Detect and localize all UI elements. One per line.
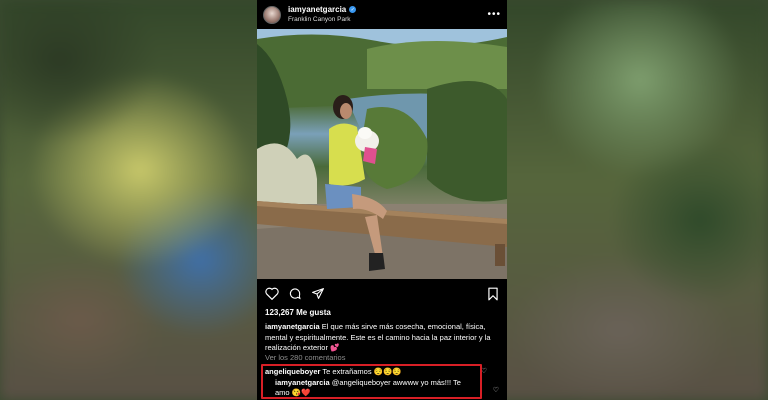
username[interactable]: iamyanetgarcia: [288, 5, 346, 15]
location[interactable]: Franklin Canyon Park: [288, 15, 356, 25]
likes-count[interactable]: 123,267 Me gusta: [265, 308, 331, 317]
comment-icon[interactable]: [288, 287, 302, 300]
reply-like-heart-icon[interactable]: ♡: [493, 386, 499, 394]
header-text: iamyanetgarcia ✓ Franklin Canyon Park: [288, 5, 357, 25]
username-row: iamyanetgarcia ✓: [288, 5, 357, 15]
view-comments-link[interactable]: Ver los 280 comentarios: [265, 353, 345, 362]
caption-username[interactable]: iamyanetgarcia: [265, 322, 320, 331]
bookmark-icon[interactable]: [487, 287, 499, 301]
post-header: iamyanetgarcia ✓ Franklin Canyon Park ••…: [257, 0, 507, 29]
share-icon[interactable]: [311, 287, 325, 300]
more-icon[interactable]: •••: [487, 9, 501, 20]
highlight-box: [261, 364, 482, 399]
photo-illustration: [257, 29, 507, 279]
caption: iamyanetgarcia El que más sirve más cose…: [265, 322, 497, 354]
action-bar: [263, 283, 499, 305]
verified-icon: ✓: [349, 6, 357, 13]
avatar[interactable]: [263, 5, 281, 24]
post-photo[interactable]: [257, 29, 507, 279]
heart-icon[interactable]: [265, 287, 279, 300]
instagram-post: iamyanetgarcia ✓ Franklin Canyon Park ••…: [257, 0, 507, 400]
